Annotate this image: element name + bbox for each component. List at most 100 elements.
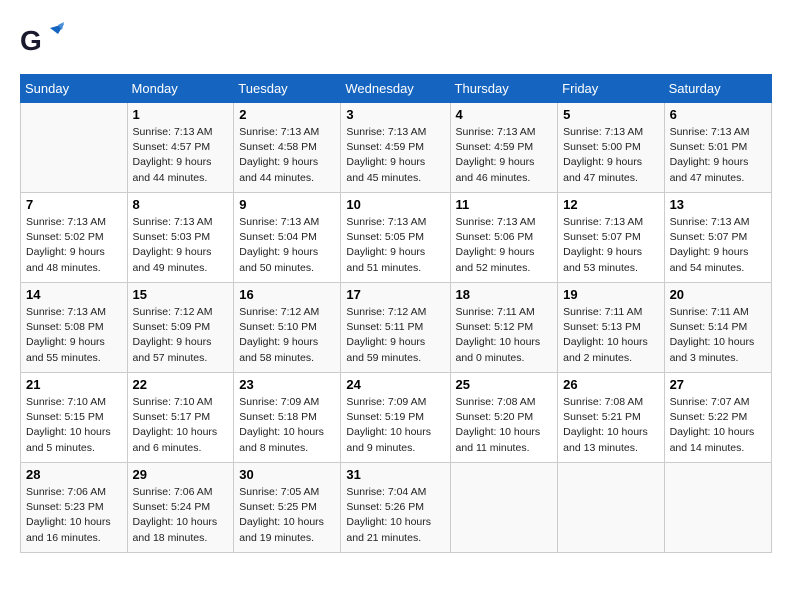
calendar-cell: 18Sunrise: 7:11 AM Sunset: 5:12 PM Dayli… bbox=[450, 283, 558, 373]
day-number: 31 bbox=[346, 467, 444, 482]
day-number: 20 bbox=[670, 287, 766, 302]
page-header: G bbox=[20, 20, 772, 64]
cell-sun-info: Sunrise: 7:13 AM Sunset: 5:03 PM Dayligh… bbox=[133, 215, 229, 276]
day-number: 19 bbox=[563, 287, 658, 302]
day-number: 4 bbox=[456, 107, 553, 122]
cell-sun-info: Sunrise: 7:11 AM Sunset: 5:14 PM Dayligh… bbox=[670, 305, 766, 366]
calendar-cell: 4Sunrise: 7:13 AM Sunset: 4:59 PM Daylig… bbox=[450, 103, 558, 193]
weekday-header: Thursday bbox=[450, 75, 558, 103]
cell-sun-info: Sunrise: 7:10 AM Sunset: 5:17 PM Dayligh… bbox=[133, 395, 229, 456]
calendar-cell: 15 Sunrise: 7:12 AM Sunset: 5:09 PM Dayli… bbox=[127, 283, 234, 373]
calendar-cell: 21 Sunrise: 7:10 AM Sunset: 5:15 PM Dayli… bbox=[21, 373, 128, 463]
day-number: 9 bbox=[239, 197, 335, 212]
calendar-cell: 29 Sunrise: 7:06 AM Sunset: 5:24 PM Dayli… bbox=[127, 463, 234, 553]
weekday-header: Saturday bbox=[664, 75, 771, 103]
calendar-cell: 25 Sunrise: 7:08 AM Sunset: 5:20 PM Dayli… bbox=[450, 373, 558, 463]
calendar-week-row: 1 Sunrise: 7:13 AM Sunset: 4:57 PM Daylig… bbox=[21, 103, 772, 193]
day-number: 3 bbox=[346, 107, 444, 122]
calendar-cell: 5Sunrise: 7:13 AM Sunset: 5:00 PM Daylig… bbox=[558, 103, 664, 193]
day-number: 15 bbox=[133, 287, 229, 302]
weekday-header: Sunday bbox=[21, 75, 128, 103]
day-number: 12 bbox=[563, 197, 658, 212]
cell-sun-info: Sunrise: 7:13 AM Sunset: 4:57 PM Dayligh… bbox=[133, 125, 229, 186]
calendar-cell: 24Sunrise: 7:09 AM Sunset: 5:19 PM Dayli… bbox=[341, 373, 450, 463]
cell-sun-info: Sunrise: 7:13 AM Sunset: 5:04 PM Dayligh… bbox=[239, 215, 335, 276]
day-number: 7 bbox=[26, 197, 122, 212]
cell-sun-info: Sunrise: 7:13 AM Sunset: 5:07 PM Dayligh… bbox=[670, 215, 766, 276]
weekday-header-row: SundayMondayTuesdayWednesdayThursdayFrid… bbox=[21, 75, 772, 103]
cell-sun-info: Sunrise: 7:09 AM Sunset: 5:18 PM Dayligh… bbox=[239, 395, 335, 456]
cell-sun-info: Sunrise: 7:13 AM Sunset: 4:58 PM Dayligh… bbox=[239, 125, 335, 186]
cell-sun-info: Sunrise: 7:08 AM Sunset: 5:21 PM Dayligh… bbox=[563, 395, 658, 456]
day-number: 14 bbox=[26, 287, 122, 302]
calendar-cell: 7 Sunrise: 7:13 AM Sunset: 5:02 PM Daylig… bbox=[21, 193, 128, 283]
calendar-cell: 13 Sunrise: 7:13 AM Sunset: 5:07 PM Dayli… bbox=[664, 193, 771, 283]
day-number: 6 bbox=[670, 107, 766, 122]
cell-sun-info: Sunrise: 7:12 AM Sunset: 5:09 PM Dayligh… bbox=[133, 305, 229, 366]
day-number: 10 bbox=[346, 197, 444, 212]
weekday-header: Tuesday bbox=[234, 75, 341, 103]
calendar-cell: 3 Sunrise: 7:13 AM Sunset: 4:59 PM Daylig… bbox=[341, 103, 450, 193]
day-number: 13 bbox=[670, 197, 766, 212]
calendar-cell: 2Sunrise: 7:13 AM Sunset: 4:58 PM Daylig… bbox=[234, 103, 341, 193]
cell-sun-info: Sunrise: 7:09 AM Sunset: 5:19 PM Dayligh… bbox=[346, 395, 444, 456]
cell-sun-info: Sunrise: 7:13 AM Sunset: 4:59 PM Dayligh… bbox=[346, 125, 444, 186]
calendar-cell: 1 Sunrise: 7:13 AM Sunset: 4:57 PM Daylig… bbox=[127, 103, 234, 193]
calendar-week-row: 28 Sunrise: 7:06 AM Sunset: 5:23 PM Dayli… bbox=[21, 463, 772, 553]
cell-sun-info: Sunrise: 7:06 AM Sunset: 5:24 PM Dayligh… bbox=[133, 485, 229, 546]
day-number: 17 bbox=[346, 287, 444, 302]
calendar-cell: 19 Sunrise: 7:11 AM Sunset: 5:13 PM Dayli… bbox=[558, 283, 664, 373]
cell-sun-info: Sunrise: 7:10 AM Sunset: 5:15 PM Dayligh… bbox=[26, 395, 122, 456]
cell-sun-info: Sunrise: 7:06 AM Sunset: 5:23 PM Dayligh… bbox=[26, 485, 122, 546]
cell-sun-info: Sunrise: 7:13 AM Sunset: 5:02 PM Dayligh… bbox=[26, 215, 122, 276]
day-number: 29 bbox=[133, 467, 229, 482]
calendar-cell: 30Sunrise: 7:05 AM Sunset: 5:25 PM Dayli… bbox=[234, 463, 341, 553]
calendar-table: SundayMondayTuesdayWednesdayThursdayFrid… bbox=[20, 74, 772, 553]
calendar-week-row: 14 Sunrise: 7:13 AM Sunset: 5:08 PM Dayli… bbox=[21, 283, 772, 373]
cell-sun-info: Sunrise: 7:08 AM Sunset: 5:20 PM Dayligh… bbox=[456, 395, 553, 456]
calendar-cell: 9 Sunrise: 7:13 AM Sunset: 5:04 PM Daylig… bbox=[234, 193, 341, 283]
day-number: 21 bbox=[26, 377, 122, 392]
day-number: 23 bbox=[239, 377, 335, 392]
calendar-cell: 26Sunrise: 7:08 AM Sunset: 5:21 PM Dayli… bbox=[558, 373, 664, 463]
calendar-cell bbox=[450, 463, 558, 553]
day-number: 25 bbox=[456, 377, 553, 392]
calendar-cell: 17 Sunrise: 7:12 AM Sunset: 5:11 PM Dayli… bbox=[341, 283, 450, 373]
calendar-cell: 8 Sunrise: 7:13 AM Sunset: 5:03 PM Daylig… bbox=[127, 193, 234, 283]
cell-sun-info: Sunrise: 7:04 AM Sunset: 5:26 PM Dayligh… bbox=[346, 485, 444, 546]
calendar-cell: 23 Sunrise: 7:09 AM Sunset: 5:18 PM Dayli… bbox=[234, 373, 341, 463]
day-number: 27 bbox=[670, 377, 766, 392]
day-number: 18 bbox=[456, 287, 553, 302]
day-number: 28 bbox=[26, 467, 122, 482]
calendar-cell: 27 Sunrise: 7:07 AM Sunset: 5:22 PM Dayli… bbox=[664, 373, 771, 463]
logo: G bbox=[20, 20, 62, 64]
day-number: 22 bbox=[133, 377, 229, 392]
calendar-cell: 31 Sunrise: 7:04 AM Sunset: 5:26 PM Dayli… bbox=[341, 463, 450, 553]
weekday-header: Wednesday bbox=[341, 75, 450, 103]
calendar-cell: 16Sunrise: 7:12 AM Sunset: 5:10 PM Dayli… bbox=[234, 283, 341, 373]
cell-sun-info: Sunrise: 7:13 AM Sunset: 5:06 PM Dayligh… bbox=[456, 215, 553, 276]
cell-sun-info: Sunrise: 7:13 AM Sunset: 5:05 PM Dayligh… bbox=[346, 215, 444, 276]
cell-sun-info: Sunrise: 7:13 AM Sunset: 5:01 PM Dayligh… bbox=[670, 125, 766, 186]
cell-sun-info: Sunrise: 7:12 AM Sunset: 5:11 PM Dayligh… bbox=[346, 305, 444, 366]
day-number: 11 bbox=[456, 197, 553, 212]
day-number: 8 bbox=[133, 197, 229, 212]
day-number: 16 bbox=[239, 287, 335, 302]
calendar-cell bbox=[558, 463, 664, 553]
day-number: 30 bbox=[239, 467, 335, 482]
logo-icon: G bbox=[20, 20, 64, 64]
calendar-cell: 28 Sunrise: 7:06 AM Sunset: 5:23 PM Dayli… bbox=[21, 463, 128, 553]
cell-sun-info: Sunrise: 7:13 AM Sunset: 5:08 PM Dayligh… bbox=[26, 305, 122, 366]
cell-sun-info: Sunrise: 7:11 AM Sunset: 5:13 PM Dayligh… bbox=[563, 305, 658, 366]
calendar-cell bbox=[664, 463, 771, 553]
calendar-cell: 12Sunrise: 7:13 AM Sunset: 5:07 PM Dayli… bbox=[558, 193, 664, 283]
calendar-cell: 22 Sunrise: 7:10 AM Sunset: 5:17 PM Dayli… bbox=[127, 373, 234, 463]
cell-sun-info: Sunrise: 7:13 AM Sunset: 5:00 PM Dayligh… bbox=[563, 125, 658, 186]
weekday-header: Monday bbox=[127, 75, 234, 103]
calendar-week-row: 21 Sunrise: 7:10 AM Sunset: 5:15 PM Dayli… bbox=[21, 373, 772, 463]
calendar-cell: 11 Sunrise: 7:13 AM Sunset: 5:06 PM Dayli… bbox=[450, 193, 558, 283]
cell-sun-info: Sunrise: 7:07 AM Sunset: 5:22 PM Dayligh… bbox=[670, 395, 766, 456]
day-number: 1 bbox=[133, 107, 229, 122]
calendar-week-row: 7 Sunrise: 7:13 AM Sunset: 5:02 PM Daylig… bbox=[21, 193, 772, 283]
svg-text:G: G bbox=[20, 25, 42, 56]
